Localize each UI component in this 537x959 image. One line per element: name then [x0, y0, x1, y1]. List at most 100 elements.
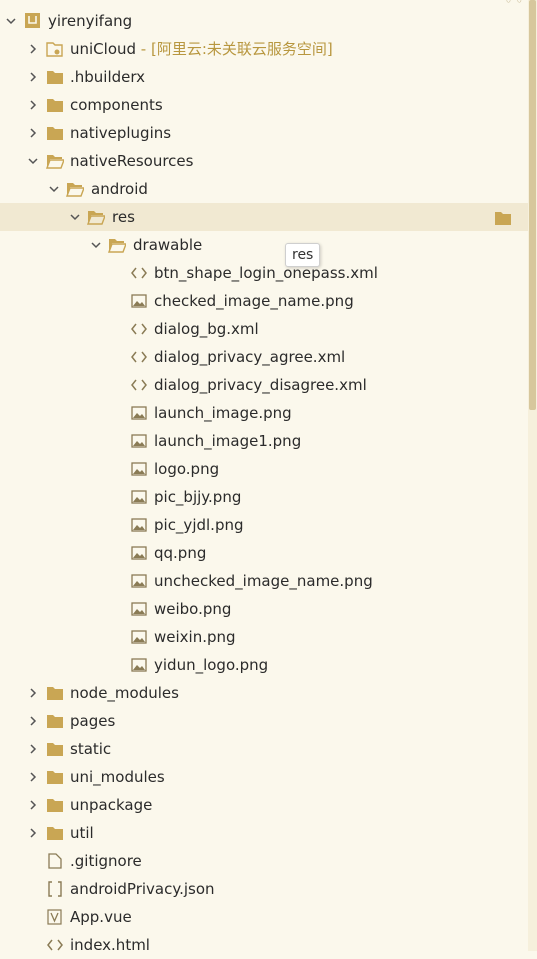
folder-icon — [46, 735, 64, 763]
tree-row-file[interactable]: qq.png — [0, 539, 528, 567]
tree-row-util[interactable]: util — [0, 819, 528, 847]
tree-row-nativeresources[interactable]: nativeResources — [0, 147, 528, 175]
tree-row-uni-modules[interactable]: uni_modules — [0, 763, 528, 791]
tree-row-file[interactable]: index.html — [0, 931, 528, 959]
tree-label: pages — [70, 712, 116, 730]
tree-row-file[interactable]: dialog_privacy_disagree.xml — [0, 371, 528, 399]
tree-row-hbuilderx[interactable]: .hbuilderx — [0, 63, 528, 91]
chevron-right-icon[interactable] — [26, 707, 40, 735]
tree-label: uni_modules — [70, 768, 165, 786]
tree-row-file[interactable]: launch_image1.png — [0, 427, 528, 455]
tree-row-file[interactable]: androidPrivacy.json — [0, 875, 528, 903]
image-file-icon — [130, 287, 148, 315]
cloud-space-note: - [阿里云:未关联云服务空间] — [136, 40, 333, 58]
chevron-right-icon[interactable] — [26, 63, 40, 91]
tree-row-file[interactable]: weixin.png — [0, 623, 528, 651]
chevron-right-icon[interactable] — [26, 679, 40, 707]
scrollbar-thumb[interactable] — [529, 0, 536, 410]
chevron-down-icon[interactable] — [26, 147, 40, 175]
vertical-scrollbar[interactable] — [528, 0, 537, 951]
vue-file-icon — [46, 903, 64, 931]
image-file-icon — [130, 567, 148, 595]
tree-row-node-modules[interactable]: node_modules — [0, 679, 528, 707]
tree-label: btn_shape_login_onepass.xml — [154, 264, 378, 282]
tree-label: util — [70, 824, 94, 842]
tree-row-pages[interactable]: pages — [0, 707, 528, 735]
tree-row-file[interactable]: .gitignore — [0, 847, 528, 875]
tree-row-file[interactable]: pic_yjdl.png — [0, 511, 528, 539]
image-file-icon — [130, 511, 148, 539]
tree-label: nativeResources — [70, 152, 194, 170]
tree-row-file[interactable]: dialog_bg.xml — [0, 315, 528, 343]
tree-label: nativeplugins — [70, 124, 172, 142]
tree-row-file[interactable]: btn_shape_login_onepass.xml — [0, 259, 528, 287]
tree-row-drawable[interactable]: drawable — [0, 231, 528, 259]
tree-row-res[interactable]: res — [0, 203, 528, 231]
tree-row-unicloud[interactable]: uniCloud - [阿里云:未关联云服务空间] — [0, 35, 528, 63]
chevron-right-icon[interactable] — [26, 119, 40, 147]
image-file-icon — [130, 455, 148, 483]
tree-row-root[interactable]: yirenyifang — [0, 7, 528, 35]
folder-icon — [46, 763, 64, 791]
cloud-folder-icon — [46, 35, 64, 63]
tree-label: launch_image.png — [154, 404, 292, 422]
folder-icon — [46, 679, 64, 707]
code-file-icon — [130, 343, 148, 371]
chevron-down-icon[interactable] — [4, 7, 18, 35]
chevron-down-icon[interactable] — [89, 231, 103, 259]
tree-label: yidun_logo.png — [154, 656, 269, 674]
tree-label: dialog_privacy_agree.xml — [154, 348, 346, 366]
code-file-icon — [130, 259, 148, 287]
tree-row-static[interactable]: static — [0, 735, 528, 763]
hover-tooltip: res — [285, 243, 321, 267]
tree-label: weibo.png — [154, 600, 232, 618]
folder-open-icon — [108, 231, 126, 259]
tree-row-file[interactable]: dialog_privacy_agree.xml — [0, 343, 528, 371]
chevron-right-icon[interactable] — [26, 763, 40, 791]
tree-label: App.vue — [70, 908, 132, 926]
image-file-icon — [130, 651, 148, 679]
tree-label: uniCloud - [阿里云:未关联云服务空间] — [70, 40, 333, 58]
tree-row-file[interactable]: weibo.png — [0, 595, 528, 623]
reveal-folder-icon[interactable] — [494, 203, 512, 231]
code-file-icon — [130, 371, 148, 399]
chevron-right-icon[interactable] — [26, 791, 40, 819]
folder-icon — [46, 63, 64, 91]
tree-label: checked_image_name.png — [154, 292, 354, 310]
tree-row-file[interactable]: logo.png — [0, 455, 528, 483]
tree-row-components[interactable]: components — [0, 91, 528, 119]
image-file-icon — [130, 539, 148, 567]
chevron-right-icon[interactable] — [26, 91, 40, 119]
tree-label: logo.png — [154, 460, 220, 478]
tree-label: drawable — [133, 236, 203, 254]
tree-label: yirenyifang — [48, 12, 133, 30]
tree-label: android — [91, 180, 148, 198]
tree-row-unpackage[interactable]: unpackage — [0, 791, 528, 819]
tree-row-file[interactable]: unchecked_image_name.png — [0, 567, 528, 595]
tree-label: index.html — [70, 936, 150, 954]
chevron-down-icon[interactable] — [47, 175, 61, 203]
tree-label: static — [70, 740, 112, 758]
tree-row-file[interactable]: pic_bjjy.png — [0, 483, 528, 511]
chevron-right-icon[interactable] — [26, 735, 40, 763]
tree-row-file[interactable]: checked_image_name.png — [0, 287, 528, 315]
tree-label: .hbuilderx — [70, 68, 146, 86]
image-file-icon — [130, 623, 148, 651]
tree-label: components — [70, 96, 163, 114]
tree-row-file[interactable]: yidun_logo.png — [0, 651, 528, 679]
tree-label: launch_image1.png — [154, 432, 302, 450]
chevron-right-icon[interactable] — [26, 35, 40, 63]
project-file-tree: yirenyifang uniCloud - [阿里云:未关联云服务空间] .h… — [0, 7, 528, 959]
tree-label: androidPrivacy.json — [70, 880, 215, 898]
folder-icon — [46, 791, 64, 819]
chevron-down-icon[interactable] — [68, 203, 82, 231]
tree-row-nativeplugins[interactable]: nativeplugins — [0, 119, 528, 147]
chevron-right-icon[interactable] — [26, 819, 40, 847]
tree-row-file[interactable]: launch_image.png — [0, 399, 528, 427]
tree-label: node_modules — [70, 684, 179, 702]
tree-label: .gitignore — [70, 852, 142, 870]
folder-open-icon — [66, 175, 84, 203]
tree-row-file[interactable]: App.vue — [0, 903, 528, 931]
tree-row-android[interactable]: android — [0, 175, 528, 203]
folder-icon — [46, 819, 64, 847]
